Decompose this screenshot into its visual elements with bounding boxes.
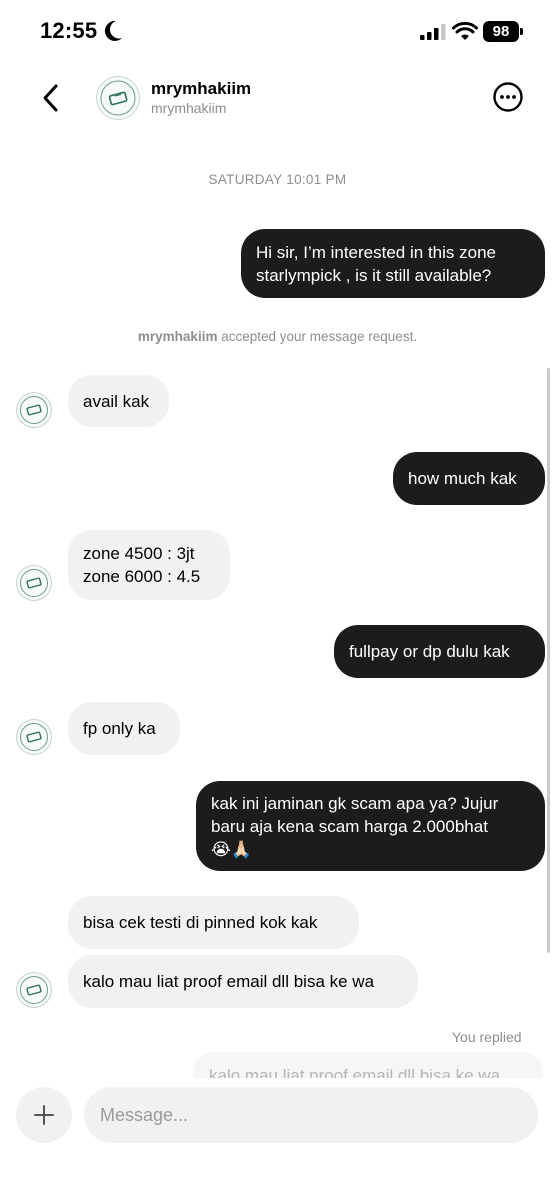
message-bubble-outgoing[interactable]: kak ini jaminan gk scam apa ya? Jujur ba… bbox=[196, 781, 545, 871]
status-time: 12:55 bbox=[40, 18, 98, 43]
message-line: kak ini jaminan gk scam apa ya? Jujur bbox=[211, 793, 499, 813]
message-line: bisa cek testi di pinned kok kak bbox=[83, 913, 318, 932]
battery-indicator: 98 bbox=[483, 21, 519, 42]
message-line: Hi sir, I’m interested in this zone bbox=[256, 242, 496, 262]
message-line: baru aja kena scam harga 2.000bhat bbox=[211, 816, 488, 836]
message-bubble-incoming[interactable]: bisa cek testi di pinned kok kak bbox=[68, 896, 359, 949]
plus-icon bbox=[34, 1105, 54, 1125]
message-line: zone 4500 : 3jt bbox=[83, 544, 195, 563]
system-message-text: accepted your message request. bbox=[217, 329, 418, 344]
message-line: fp only ka bbox=[83, 719, 156, 738]
more-options-icon[interactable] bbox=[492, 81, 524, 113]
sender-avatar[interactable] bbox=[16, 565, 52, 601]
scrollbar[interactable] bbox=[547, 368, 550, 953]
home-indicator-area bbox=[0, 1188, 555, 1200]
message-bubble-outgoing[interactable]: fullpay or dp dulu kak bbox=[334, 625, 545, 678]
system-message: mrymhakiim accepted your message request… bbox=[0, 329, 555, 344]
system-message-username: mrymhakiim bbox=[137, 329, 218, 344]
ticket-logo-icon bbox=[20, 723, 48, 751]
sender-avatar[interactable] bbox=[16, 719, 52, 755]
chat-handle: mrymhakiim bbox=[151, 100, 227, 116]
message-emoji: 😭🙏🏻 bbox=[211, 839, 253, 859]
back-chevron-icon[interactable] bbox=[38, 82, 66, 114]
message-line: how much kak bbox=[408, 469, 517, 488]
sender-avatar[interactable] bbox=[16, 392, 52, 428]
battery-tip bbox=[520, 28, 523, 35]
ticket-logo-icon bbox=[20, 569, 48, 597]
message-bubble-outgoing[interactable]: Hi sir, I’m interested in this zone star… bbox=[241, 229, 545, 298]
message-bubble-incoming[interactable]: fp only ka bbox=[68, 702, 180, 755]
message-line: fullpay or dp dulu kak bbox=[349, 642, 510, 661]
message-bubble-outgoing[interactable]: how much kak bbox=[393, 452, 545, 505]
chat-username[interactable]: mrymhakiim bbox=[151, 79, 251, 99]
sender-avatar[interactable] bbox=[16, 972, 52, 1008]
ticket-logo-icon bbox=[20, 396, 48, 424]
add-attachment-button[interactable] bbox=[16, 1087, 72, 1143]
message-bubble-incoming[interactable]: zone 4500 : 3jt zone 6000 : 4.5 bbox=[68, 530, 230, 600]
date-divider: SATURDAY 10:01 PM bbox=[208, 172, 347, 187]
profile-avatar[interactable] bbox=[96, 76, 140, 120]
ticket-logo-icon bbox=[100, 80, 136, 116]
message-bubble-incoming[interactable]: avail kak bbox=[68, 375, 169, 427]
message-line: zone 6000 : 4.5 bbox=[83, 567, 201, 586]
message-input[interactable] bbox=[84, 1087, 538, 1143]
ticket-logo-icon bbox=[20, 976, 48, 1004]
message-line: starlympick , is it still available? bbox=[256, 265, 492, 285]
cellular-signal-icon bbox=[420, 24, 446, 40]
moon-icon bbox=[104, 20, 122, 41]
you-replied-label: You replied bbox=[452, 1029, 522, 1045]
message-line: kalo mau liat proof email dll bisa ke wa bbox=[83, 972, 375, 991]
message-bubble-incoming[interactable]: kalo mau liat proof email dll bisa ke wa bbox=[68, 955, 418, 1008]
message-line: avail kak bbox=[83, 391, 150, 411]
wifi-icon bbox=[452, 21, 478, 40]
